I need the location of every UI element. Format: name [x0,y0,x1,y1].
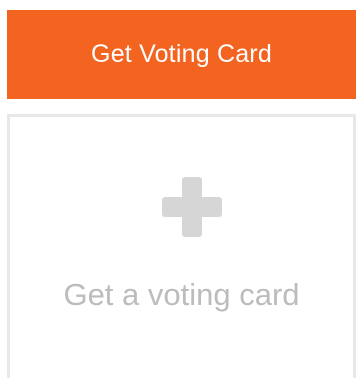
add-voting-card-label: Get a voting card [63,277,300,312]
page: Get Voting Card Get a voting card [0,0,358,378]
add-voting-card-slot[interactable]: Get a voting card [7,114,356,378]
plus-icon-vertical-bar [182,177,202,237]
plus-icon [162,177,222,237]
get-voting-card-button[interactable]: Get Voting Card [7,10,356,99]
